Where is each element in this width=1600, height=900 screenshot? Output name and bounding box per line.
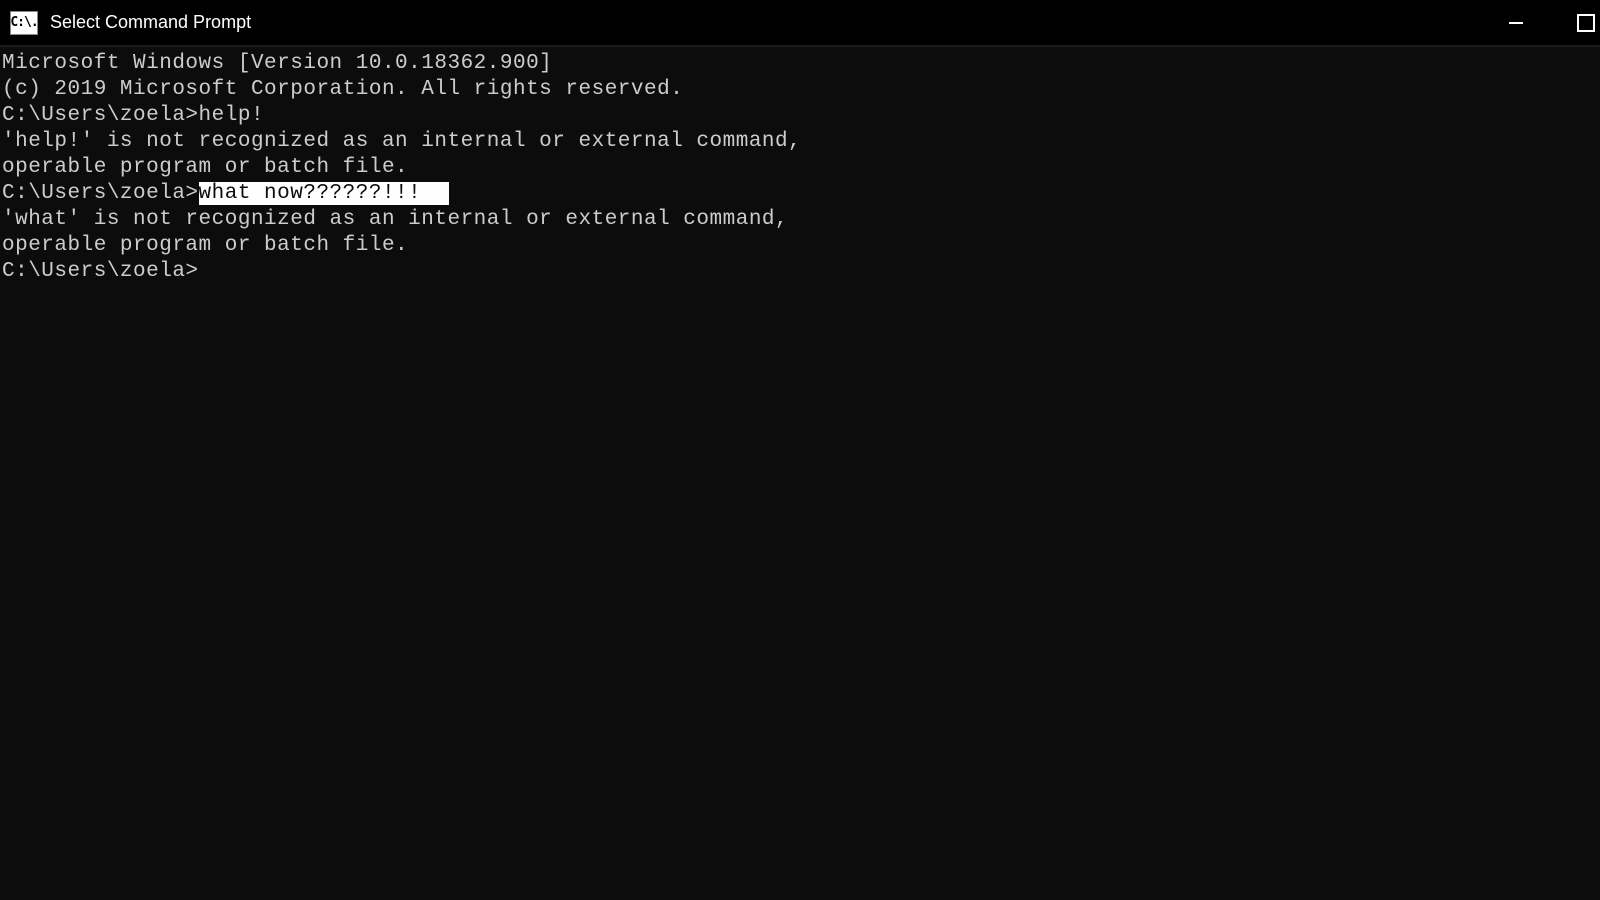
window-title: Select Command Prompt [50, 12, 1486, 33]
selected-command-text[interactable]: what now??????!!! [199, 182, 450, 205]
prompt-line: C:\Users\zoela> [2, 259, 1600, 285]
prompt-line: C:\Users\zoela>help! [2, 103, 1600, 129]
titlebar[interactable]: C:\. Select Command Prompt [0, 0, 1600, 47]
prompt: C:\Users\zoela> [2, 104, 199, 127]
command-text: help! [199, 104, 265, 127]
prompt: C:\Users\zoela> [2, 182, 199, 205]
command-prompt-window: C:\. Select Command Prompt Microsoft Win… [0, 0, 1600, 900]
maximize-button[interactable] [1576, 0, 1596, 45]
minimize-button[interactable] [1486, 0, 1546, 45]
terminal-output[interactable]: Microsoft Windows [Version 10.0.18362.90… [0, 47, 1600, 900]
window-controls [1486, 0, 1596, 45]
error-line: operable program or batch file. [2, 233, 1600, 259]
prompt-line: C:\Users\zoela>what now??????!!! [2, 181, 1600, 207]
banner-line: Microsoft Windows [Version 10.0.18362.90… [2, 51, 1600, 77]
error-line: operable program or batch file. [2, 155, 1600, 181]
cmd-icon: C:\. [10, 11, 38, 35]
prompt: C:\Users\zoela> [2, 260, 199, 283]
error-line: 'what' is not recognized as an internal … [2, 207, 1600, 233]
banner-line: (c) 2019 Microsoft Corporation. All righ… [2, 77, 1600, 103]
error-line: 'help!' is not recognized as an internal… [2, 129, 1600, 155]
